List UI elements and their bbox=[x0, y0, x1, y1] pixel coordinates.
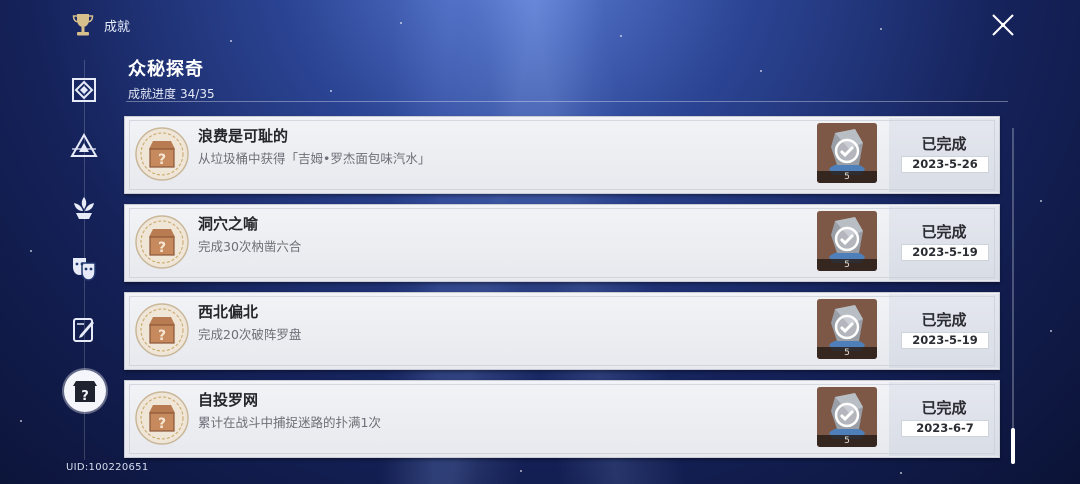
completion-panel: 已完成 2023-6-7 bbox=[889, 382, 999, 456]
sidebar-item-2[interactable] bbox=[66, 128, 102, 164]
reward-quantity: 5 bbox=[817, 259, 877, 271]
sidebar-item-3[interactable] bbox=[66, 190, 102, 226]
achievement-description: 累计在战斗中捕捉迷路的扑满1次 bbox=[198, 415, 381, 430]
reward-item[interactable]: 5 bbox=[817, 211, 877, 271]
achievement-name: 西北偏北 bbox=[198, 303, 259, 321]
achievement-card[interactable]: ? 洞穴之喻 完成30次枘凿六合 5 已完成 2023-5-19 bbox=[124, 204, 1000, 282]
svg-text:?: ? bbox=[81, 389, 89, 404]
screen-title: 成就 bbox=[104, 19, 131, 35]
achievement-name: 洞穴之喻 bbox=[198, 215, 259, 233]
reward-item[interactable]: 5 bbox=[817, 299, 877, 359]
completion-status: 已完成 bbox=[921, 135, 967, 153]
sidebar-item-4[interactable] bbox=[66, 250, 102, 286]
top-bar: 成就 bbox=[72, 10, 130, 40]
completion-panel: 已完成 2023-5-19 bbox=[889, 206, 999, 280]
mystery-badge-icon: ? bbox=[135, 303, 189, 357]
triangle-frame-icon bbox=[70, 132, 98, 157]
sidebar-item-1[interactable] bbox=[66, 72, 102, 108]
mystery-badge-icon: ? bbox=[135, 127, 189, 181]
achievement-progress: 成就进度 34/35 bbox=[128, 85, 215, 102]
svg-text:?: ? bbox=[158, 152, 166, 168]
completion-status: 已完成 bbox=[921, 399, 967, 417]
book-quill-icon bbox=[73, 318, 94, 342]
mystery-box-icon: ? bbox=[73, 381, 97, 404]
svg-text:?: ? bbox=[158, 240, 166, 256]
trophy-icon bbox=[72, 14, 94, 36]
progress-value: 34/35 bbox=[180, 87, 215, 101]
mystery-badge-icon: ? bbox=[135, 215, 189, 269]
achievement-description: 完成20次破阵罗盘 bbox=[198, 327, 302, 342]
reward-quantity: 5 bbox=[817, 435, 877, 447]
scrollbar-track[interactable] bbox=[1012, 128, 1014, 464]
reward-item[interactable]: 5 bbox=[817, 387, 877, 447]
achievement-description: 从垃圾桶中获得「吉姆•罗杰面包味汽水」 bbox=[198, 151, 431, 166]
completion-status: 已完成 bbox=[921, 223, 967, 241]
category-title: 众秘探奇 bbox=[128, 59, 204, 80]
close-icon bbox=[992, 14, 1014, 36]
svg-text:?: ? bbox=[158, 328, 166, 344]
reward-quantity: 5 bbox=[817, 347, 877, 359]
completion-date: 2023-6-7 bbox=[901, 420, 989, 437]
completion-panel: 已完成 2023-5-19 bbox=[889, 294, 999, 368]
header-divider bbox=[126, 101, 1008, 102]
achievement-card[interactable]: ? 自投罗网 累计在战斗中捕捉迷路的扑满1次 5 已完成 2023-6-7 bbox=[124, 380, 1000, 458]
sidebar-item-5[interactable] bbox=[66, 312, 102, 348]
achievement-card[interactable]: ? 西北偏北 完成20次破阵罗盘 5 已完成 2023-5-19 bbox=[124, 292, 1000, 370]
completion-panel: 已完成 2023-5-26 bbox=[889, 118, 999, 192]
completion-date: 2023-5-26 bbox=[901, 156, 989, 173]
reward-quantity: 5 bbox=[817, 171, 877, 183]
mystery-badge-icon: ? bbox=[135, 391, 189, 445]
close-button[interactable] bbox=[988, 10, 1018, 40]
achievement-name: 自投罗网 bbox=[198, 391, 259, 409]
diamond-frame-icon bbox=[72, 78, 96, 102]
completion-status: 已完成 bbox=[921, 311, 967, 329]
category-header: 众秘探奇 成就进度 34/35 bbox=[128, 55, 215, 102]
svg-text:?: ? bbox=[158, 416, 166, 432]
progress-label: 成就进度 bbox=[128, 87, 177, 101]
sidebar-item-6[interactable]: ? bbox=[64, 370, 106, 412]
scrollbar-thumb[interactable] bbox=[1011, 428, 1015, 464]
user-id: UID:100220651 bbox=[66, 462, 149, 473]
achievement-card[interactable]: ? 浪费是可耻的 从垃圾桶中获得「吉姆•罗杰面包味汽水」 5 已完成 2023-… bbox=[124, 116, 1000, 194]
reward-item[interactable]: 5 bbox=[817, 123, 877, 183]
masks-icon bbox=[73, 258, 96, 281]
lotus-emblem-icon bbox=[74, 197, 94, 219]
completion-date: 2023-5-19 bbox=[901, 244, 989, 261]
achievement-name: 浪费是可耻的 bbox=[198, 127, 289, 145]
achievement-description: 完成30次枘凿六合 bbox=[198, 239, 302, 254]
completion-date: 2023-5-19 bbox=[901, 332, 989, 349]
